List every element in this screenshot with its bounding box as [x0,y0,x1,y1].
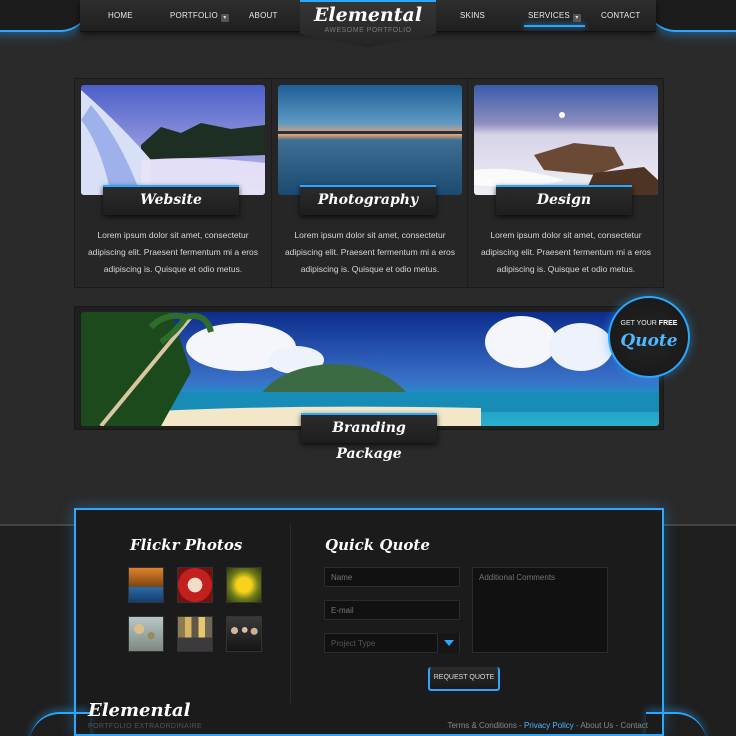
chevron-down-icon[interactable] [437,633,459,653]
nav-item-label: CONTACT [601,11,641,20]
name-field[interactable] [324,567,460,587]
logo[interactable]: Elemental AWESOME PORTFOLIO [300,0,436,48]
quote-badge-line1: GET YOUR FREE [610,320,688,327]
service-title: Design [496,185,632,215]
service-website: Website Lorem ipsum dolor sit amet, cons… [75,79,271,289]
nav-item-label: ABOUT [249,11,278,20]
email-field[interactable] [324,600,460,620]
quote-badge-bold: FREE [658,320,678,327]
logo-subtitle: AWESOME PORTFOLIO [324,27,412,34]
waterfall-photo[interactable] [81,85,265,195]
nav-item-label: HOME [108,11,133,20]
footer-link-contact[interactable]: Contact [620,721,648,730]
footer-link-about[interactable]: About Us [580,721,613,730]
footer-links: Terms & Conditions - Privacy Policy - Ab… [447,721,648,730]
city-skyline-photo[interactable] [177,616,213,652]
top-navigation: HOME PORTFOLIO ▾ ABOUT SKINS SERVICES ▾ CO… [0,0,736,48]
footer-link-separator: - [516,721,524,730]
nav-item-label: SERVICES [528,11,570,20]
red-cup-photo[interactable] [177,567,213,603]
footer-logo[interactable]: Elemental [88,700,190,721]
service-photography: Photography Lorem ipsum dolor sit amet, … [271,79,467,289]
footer-logo-subtitle: PORTFOLIO EXTRAORDINAIRE [88,723,203,730]
chevron-down-icon: ▾ [220,14,229,22]
nav-item-home[interactable]: HOME [108,11,133,20]
comments-field[interactable] [472,567,608,653]
footer-link-terms[interactable]: Terms & Conditions [447,721,516,730]
sunset-lake-photo[interactable] [278,85,462,195]
tropical-beach-photo[interactable] [81,312,659,426]
quote-badge-prefix: GET YOUR [620,320,657,327]
nav-item-label: SKINS [460,11,486,20]
project-type-placeholder: Project Type [331,639,376,648]
footer-divider [290,523,291,703]
service-description: Lorem ipsum dolor sit amet, consectetur … [87,230,259,274]
rocky-coast-photo[interactable] [474,85,658,195]
services-panel: Website Lorem ipsum dolor sit amet, cons… [74,78,664,289]
nav-item-portfolio[interactable]: PORTFOLIO ▾ [170,11,229,22]
footer-link-privacy[interactable]: Privacy Policy [524,721,574,730]
service-design: Design Lorem ipsum dolor sit amet, conse… [467,79,663,289]
nav-item-contact[interactable]: CONTACT [601,11,640,20]
nav-item-about[interactable]: ABOUT [249,11,278,20]
flickr-title: Flickr Photos [130,536,243,554]
yellow-flower-photo[interactable] [226,567,262,603]
balloons-photo[interactable] [128,616,164,652]
quote-badge-line2: Quote [620,331,678,351]
service-title: Photography [300,185,436,215]
nav-item-label: PORTFOLIO [170,11,218,20]
banner-label: Branding Package [301,413,437,462]
autumn-lake-photo[interactable] [128,567,164,603]
nav-item-services[interactable]: SERVICES ▾ [524,11,585,27]
nav-item-skins[interactable]: SKINS [460,11,485,20]
service-title: Website [103,185,239,215]
nav-glow-right [646,0,736,32]
quick-quote-title: Quick Quote [325,536,430,554]
chevron-down-icon: ▾ [572,14,581,22]
service-description: Lorem ipsum dolor sit amet, consectetur … [284,230,456,274]
free-quote-badge[interactable]: GET YOUR FREE Quote [608,296,690,378]
group-people-photo[interactable] [226,616,262,652]
branding-banner: Branding Package [74,306,664,462]
nav-glow-left [0,0,90,32]
service-description: Lorem ipsum dolor sit amet, consectetur … [480,230,652,274]
logo-title: Elemental [313,4,423,26]
request-quote-button[interactable]: REQUEST QUOTE [428,667,500,691]
